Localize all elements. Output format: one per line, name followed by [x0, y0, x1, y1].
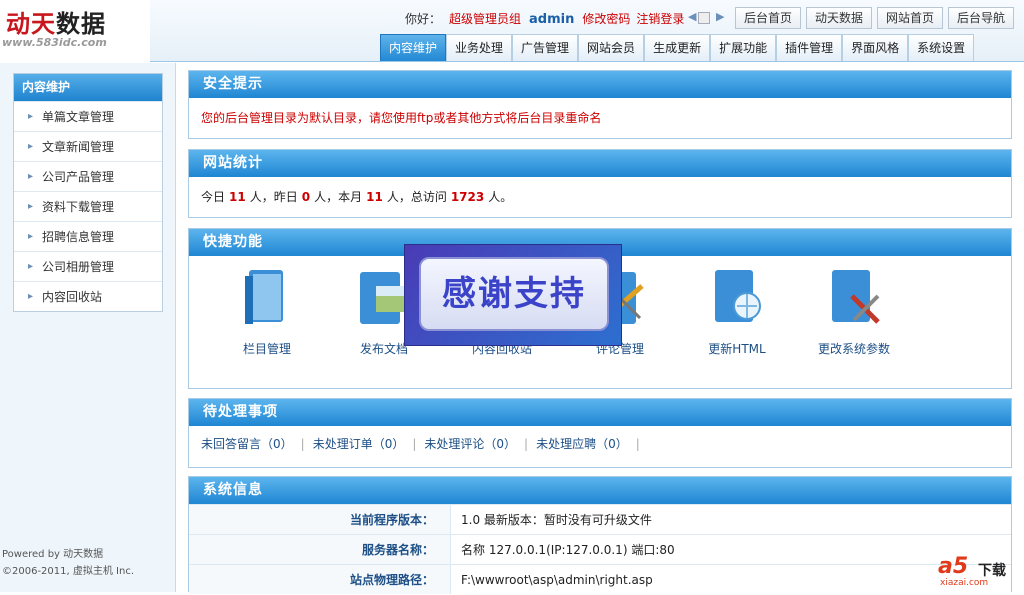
- site-logo[interactable]: 动天数据 www.583idc.com: [0, 0, 150, 62]
- arrow-right-icon: ▸: [28, 231, 34, 242]
- tab-ads[interactable]: 广告管理: [512, 34, 579, 61]
- folder-globe-icon: [715, 270, 761, 322]
- sidebar-item-products[interactable]: ▸ 公司产品管理: [14, 161, 162, 191]
- quick-item-columns[interactable]: 栏目管理: [217, 266, 317, 357]
- sidebar-footer: Powered by 动天数据 ©2006-2011, 虚拟主机 Inc.: [0, 546, 176, 580]
- a5-watermark: a5 下载 xiazai.com: [938, 554, 1006, 588]
- month-count: 11: [366, 190, 383, 204]
- arrow-right-icon: ▸: [28, 291, 34, 302]
- menu-scroll-arrows[interactable]: ◀ ▶: [688, 10, 728, 26]
- table-row: 站点物理路径： F:\wwwroot\asp\admin\right.asp: [189, 564, 1011, 594]
- toggle-box-icon[interactable]: [698, 12, 710, 24]
- tab-business[interactable]: 业务处理: [446, 34, 513, 61]
- quick-button-admin-nav[interactable]: 后台导航: [948, 7, 1014, 29]
- sysinfo-panel: 系统信息 当前程序版本： 1.0 最新版本：暂时没有可升级文件 服务器名称： 名称 …: [188, 476, 1012, 594]
- tab-generate[interactable]: 生成更新: [644, 34, 711, 61]
- tab-content[interactable]: 内容维护: [380, 34, 447, 61]
- sidebar-menu: 内容维护 ▸ 单篇文章管理 ▸ 文章新闻管理 ▸ 公司产品管理 ▸ 资料下载管理 ▸ 招聘…: [13, 73, 163, 312]
- arrow-left-icon[interactable]: ◀: [688, 10, 696, 23]
- todo-panel: 待处理事项 未回答留言（0） | 未处理订单（0） | 未处理评论（0） | 未处理应聘（0…: [188, 398, 1012, 468]
- brand-name: 动天数据: [6, 10, 106, 38]
- arrow-right-icon: ▸: [28, 171, 34, 182]
- logout-link[interactable]: 注销登录: [636, 12, 684, 26]
- quick-button-site-home[interactable]: 网站首页: [877, 7, 943, 29]
- stats-line: 今日 11 人，昨日 0 人，本月 11 人，总访问 1723 人。: [201, 190, 513, 204]
- sidebar-item-recycle[interactable]: ▸ 内容回收站: [14, 281, 162, 311]
- table-row: 当前程序版本： 1.0 最新版本：暂时没有可升级文件: [189, 504, 1011, 534]
- stats-title: 网站统计: [189, 150, 1011, 177]
- tab-members[interactable]: 网站会员: [578, 34, 645, 61]
- tab-settings[interactable]: 系统设置: [908, 34, 975, 61]
- folder-book-icon: [245, 270, 283, 324]
- main-tabs: 内容维护 业务处理 广告管理 网站会员 生成更新 扩展功能 插件管理 界面风格 …: [380, 34, 975, 62]
- sidebar-item-downloads[interactable]: ▸ 资料下载管理: [14, 191, 162, 221]
- sidebar-item-single-article[interactable]: ▸ 单篇文章管理: [14, 101, 162, 131]
- todo-list: 未回答留言（0） | 未处理订单（0） | 未处理评论（0） | 未处理应聘（0） |: [201, 437, 640, 451]
- thanks-text: 感谢支持: [419, 257, 609, 331]
- username: admin: [529, 12, 575, 27]
- sidebar-item-jobs[interactable]: ▸ 招聘信息管理: [14, 221, 162, 251]
- todo-title: 待处理事项: [189, 399, 1011, 426]
- user-greeting: 你好： 超级管理员组 admin 修改密码 注销登录: [405, 10, 684, 27]
- todo-pending-comments[interactable]: 未处理评论（0）: [424, 437, 516, 451]
- sidebar-item-news[interactable]: ▸ 文章新闻管理: [14, 131, 162, 161]
- security-panel: 安全提示 您的后台管理目录为默认目录，请您使用ftp或者其他方式将后台目录重命名: [188, 70, 1012, 139]
- quick-button-dongtian[interactable]: 动天数据: [806, 7, 872, 29]
- arrow-right-icon: ▸: [28, 111, 34, 122]
- brand-url: www.583idc.com: [2, 36, 107, 49]
- todo-pending-orders[interactable]: 未处理订单（0）: [313, 437, 405, 451]
- copyright: ©2006-2011, 虚拟主机 Inc.: [2, 566, 135, 577]
- quick-item-system-params[interactable]: 更改系统参数: [804, 266, 904, 357]
- security-message: 您的后台管理目录为默认目录，请您使用ftp或者其他方式将后台目录重命名: [201, 111, 602, 125]
- powered-by: Powered by 动天数据: [2, 549, 104, 560]
- quick-button-admin-home[interactable]: 后台首页: [735, 7, 801, 29]
- table-row: 服务器名称： 名称 127.0.0.1(IP:127.0.0.1) 端口:80: [189, 534, 1011, 564]
- user-group: 超级管理员组: [449, 12, 522, 26]
- sysinfo-title: 系统信息: [189, 477, 1011, 504]
- sidebar-item-album[interactable]: ▸ 公司相册管理: [14, 251, 162, 281]
- today-count: 11: [229, 190, 246, 204]
- arrow-right-icon[interactable]: ▶: [716, 10, 724, 23]
- yesterday-count: 0: [301, 190, 311, 204]
- arrow-right-icon: ▸: [28, 261, 34, 272]
- security-title: 安全提示: [189, 71, 1011, 98]
- tab-themes[interactable]: 界面风格: [842, 34, 909, 61]
- total-count: 1723: [450, 190, 485, 204]
- sidebar: 内容维护 ▸ 单篇文章管理 ▸ 文章新闻管理 ▸ 公司产品管理 ▸ 资料下载管理 ▸ 招聘…: [0, 63, 176, 592]
- stats-panel: 网站统计 今日 11 人，昨日 0 人，本月 11 人，总访问 1723 人。: [188, 149, 1012, 218]
- todo-pending-applications[interactable]: 未处理应聘（0）: [536, 437, 628, 451]
- sidebar-title: 内容维护: [14, 74, 162, 101]
- greeting-label: 你好：: [405, 12, 442, 26]
- change-password-link[interactable]: 修改密码: [582, 12, 630, 26]
- quick-item-update-html[interactable]: 更新HTML: [687, 266, 787, 357]
- folder-tools-icon: [832, 270, 880, 324]
- arrow-right-icon: ▸: [28, 201, 34, 212]
- tab-plugins[interactable]: 插件管理: [776, 34, 843, 61]
- todo-unanswered-messages[interactable]: 未回答留言（0）: [201, 437, 293, 451]
- thanks-badge: 感谢支持: [404, 244, 622, 346]
- arrow-right-icon: ▸: [28, 141, 34, 152]
- tab-extensions[interactable]: 扩展功能: [710, 34, 777, 61]
